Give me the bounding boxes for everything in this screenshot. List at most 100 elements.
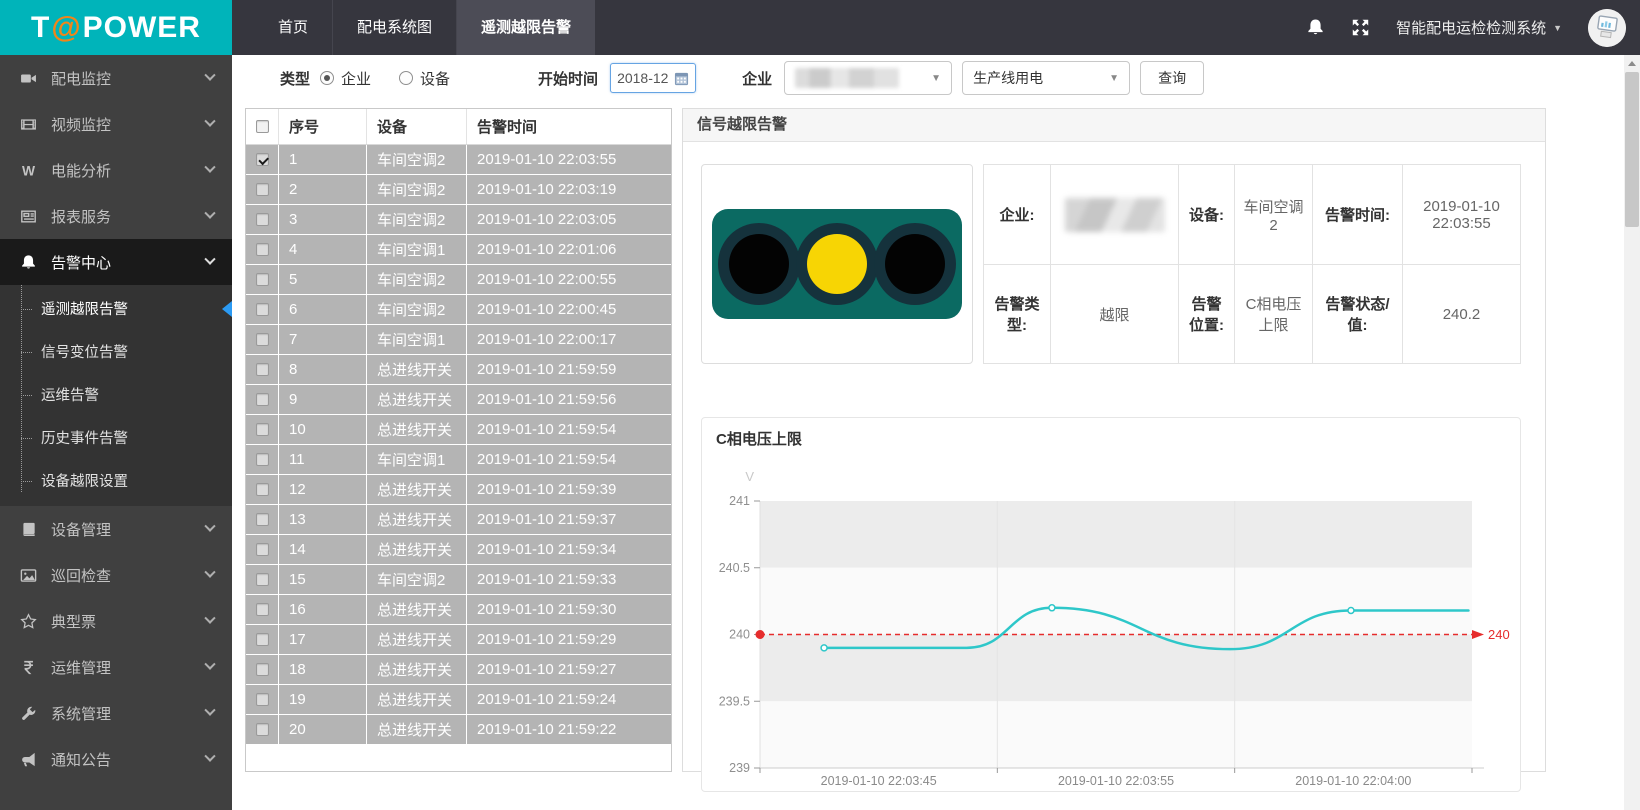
row-checkbox[interactable] [256, 663, 269, 676]
sidebar-item-10[interactable]: 通知公告 [0, 736, 232, 782]
row-checkbox[interactable] [256, 723, 269, 736]
chart-title: C相电压上限 [702, 418, 1520, 449]
row-checkbox[interactable] [256, 423, 269, 436]
row-checkbox[interactable] [256, 333, 269, 346]
table-row[interactable]: 20总进线开关2019-01-10 21:59:22 [246, 715, 671, 744]
table-row[interactable]: 1车间空调22019-01-10 22:03:55 [246, 145, 671, 174]
notification-bell-icon[interactable] [1306, 18, 1325, 37]
table-row[interactable]: 19总进线开关2019-01-10 21:59:24 [246, 685, 671, 714]
column-header-time: 告警时间 [466, 109, 671, 144]
sidebar-item-8[interactable]: 运维管理 [0, 644, 232, 690]
table-row[interactable]: 13总进线开关2019-01-10 21:59:37 [246, 505, 671, 534]
sidebar-item-2[interactable]: W电能分析 [0, 147, 232, 193]
cell-time: 2019-01-10 21:59:24 [466, 685, 671, 714]
filter-bar: 类型 企业 设备 开始时间 2018-12 企业 ▼ 生产 [232, 55, 1640, 101]
user-avatar[interactable] [1588, 9, 1626, 47]
chevron-down-icon [204, 70, 215, 81]
cell-time: 2019-01-10 22:03:19 [466, 175, 671, 204]
sidebar-item-7[interactable]: 典型票 [0, 598, 232, 644]
fullscreen-expand-icon[interactable] [1351, 18, 1370, 37]
cell-no: 15 [278, 565, 366, 594]
select-all-checkbox[interactable] [256, 120, 269, 133]
radio-device-label: 设备 [420, 68, 450, 89]
alarm-table-header: 序号 设备 告警时间 [246, 109, 671, 145]
cell-time: 2019-01-10 21:59:34 [466, 535, 671, 564]
table-row[interactable]: 8总进线开关2019-01-10 21:59:59 [246, 355, 671, 384]
table-row[interactable]: 6车间空调22019-01-10 22:00:45 [246, 295, 671, 324]
scrollbar-thumb[interactable] [1625, 72, 1639, 227]
nav-tab-1[interactable]: 配电系统图 [332, 0, 456, 55]
radio-option-device[interactable]: 设备 [399, 68, 450, 89]
vertical-scrollbar[interactable] [1624, 55, 1640, 810]
table-row[interactable]: 12总进线开关2019-01-10 21:59:39 [246, 475, 671, 504]
sidebar-item-1[interactable]: 视频监控 [0, 101, 232, 147]
row-checkbox[interactable] [256, 573, 269, 586]
radio-option-enterprise[interactable]: 企业 [320, 68, 371, 89]
line-select[interactable]: 生产线用电 ▼ [962, 61, 1130, 95]
table-row[interactable]: 15车间空调22019-01-10 21:59:33 [246, 565, 671, 594]
svg-text:241: 241 [729, 494, 750, 508]
table-row[interactable]: 18总进线开关2019-01-10 21:59:27 [246, 655, 671, 684]
table-row[interactable]: 4车间空调12019-01-10 22:01:06 [246, 235, 671, 264]
table-row[interactable]: 7车间空调12019-01-10 22:00:17 [246, 325, 671, 354]
table-row[interactable]: 2车间空调22019-01-10 22:03:19 [246, 175, 671, 204]
sidebar-item-9[interactable]: 系统管理 [0, 690, 232, 736]
start-time-input[interactable]: 2018-12 [610, 63, 696, 93]
table-row[interactable]: 17总进线开关2019-01-10 21:59:29 [246, 625, 671, 654]
brand-logo[interactable]: T@POWER [0, 0, 232, 55]
svg-text:V: V [745, 469, 754, 484]
row-checkbox[interactable] [256, 393, 269, 406]
active-arrow-icon [222, 301, 232, 317]
sidebar-item-5[interactable]: 设备管理 [0, 506, 232, 552]
sidebar-subitem-0[interactable]: 遥测越限告警 [0, 287, 232, 330]
cell-time: 2019-01-10 21:59:22 [466, 715, 671, 744]
sidebar-subitem-2[interactable]: 运维告警 [0, 373, 232, 416]
row-checkbox[interactable] [256, 243, 269, 256]
sidebar-item-label: 巡回检查 [51, 565, 111, 586]
svg-text:W: W [22, 162, 36, 178]
sidebar-item-6[interactable]: 巡回检查 [0, 552, 232, 598]
row-checkbox[interactable] [256, 153, 269, 166]
sidebar-item-label: 配电监控 [51, 68, 111, 89]
table-row[interactable]: 11车间空调12019-01-10 21:59:54 [246, 445, 671, 474]
row-checkbox[interactable] [256, 273, 269, 286]
system-title-dropdown[interactable]: 智能配电运检检测系统 ▼ [1396, 17, 1562, 38]
row-checkbox[interactable] [256, 603, 269, 616]
table-row[interactable]: 14总进线开关2019-01-10 21:59:34 [246, 535, 671, 564]
row-checkbox[interactable] [256, 513, 269, 526]
enterprise-select[interactable]: ▼ [784, 61, 952, 95]
row-checkbox[interactable] [256, 543, 269, 556]
table-row[interactable]: 5车间空调22019-01-10 22:00:55 [246, 265, 671, 294]
cell-no: 14 [278, 535, 366, 564]
sidebar-subitem-4[interactable]: 设备越限设置 [0, 459, 232, 502]
content-area: 序号 设备 告警时间 1车间空调22019-01-10 22:03:552车间空… [245, 108, 1640, 810]
table-row[interactable]: 16总进线开关2019-01-10 21:59:30 [246, 595, 671, 624]
nav-tab-2[interactable]: 遥测越限告警 [456, 0, 595, 55]
sidebar-subitem-label: 设备越限设置 [41, 470, 128, 491]
row-checkbox[interactable] [256, 633, 269, 646]
calendar-icon[interactable] [674, 71, 689, 86]
row-checkbox[interactable] [256, 363, 269, 376]
nav-tab-0[interactable]: 首页 [254, 0, 332, 55]
row-checkbox[interactable] [256, 303, 269, 316]
row-checkbox[interactable] [256, 213, 269, 226]
row-checkbox[interactable] [256, 453, 269, 466]
svg-text:240: 240 [1488, 627, 1510, 642]
query-button[interactable]: 查询 [1140, 61, 1204, 95]
sidebar-item-0[interactable]: 配电监控 [0, 55, 232, 101]
sidebar-item-3[interactable]: 报表服务 [0, 193, 232, 239]
cell-device: 总进线开关 [366, 355, 466, 384]
row-checkbox[interactable] [256, 183, 269, 196]
sidebar-subitem-3[interactable]: 历史事件告警 [0, 416, 232, 459]
table-row[interactable]: 9总进线开关2019-01-10 21:59:56 [246, 385, 671, 414]
cell-no: 10 [278, 415, 366, 444]
table-row[interactable]: 3车间空调22019-01-10 22:03:05 [246, 205, 671, 234]
sidebar-subitem-1[interactable]: 信号变位告警 [0, 330, 232, 373]
scroll-up-arrow-icon[interactable] [1624, 55, 1640, 71]
sidebar-item-4[interactable]: 告警中心 [0, 239, 232, 285]
sidebar-subitem-label: 运维告警 [41, 384, 99, 405]
row-checkbox[interactable] [256, 483, 269, 496]
cell-device: 总进线开关 [366, 625, 466, 654]
row-checkbox[interactable] [256, 693, 269, 706]
table-row[interactable]: 10总进线开关2019-01-10 21:59:54 [246, 415, 671, 444]
